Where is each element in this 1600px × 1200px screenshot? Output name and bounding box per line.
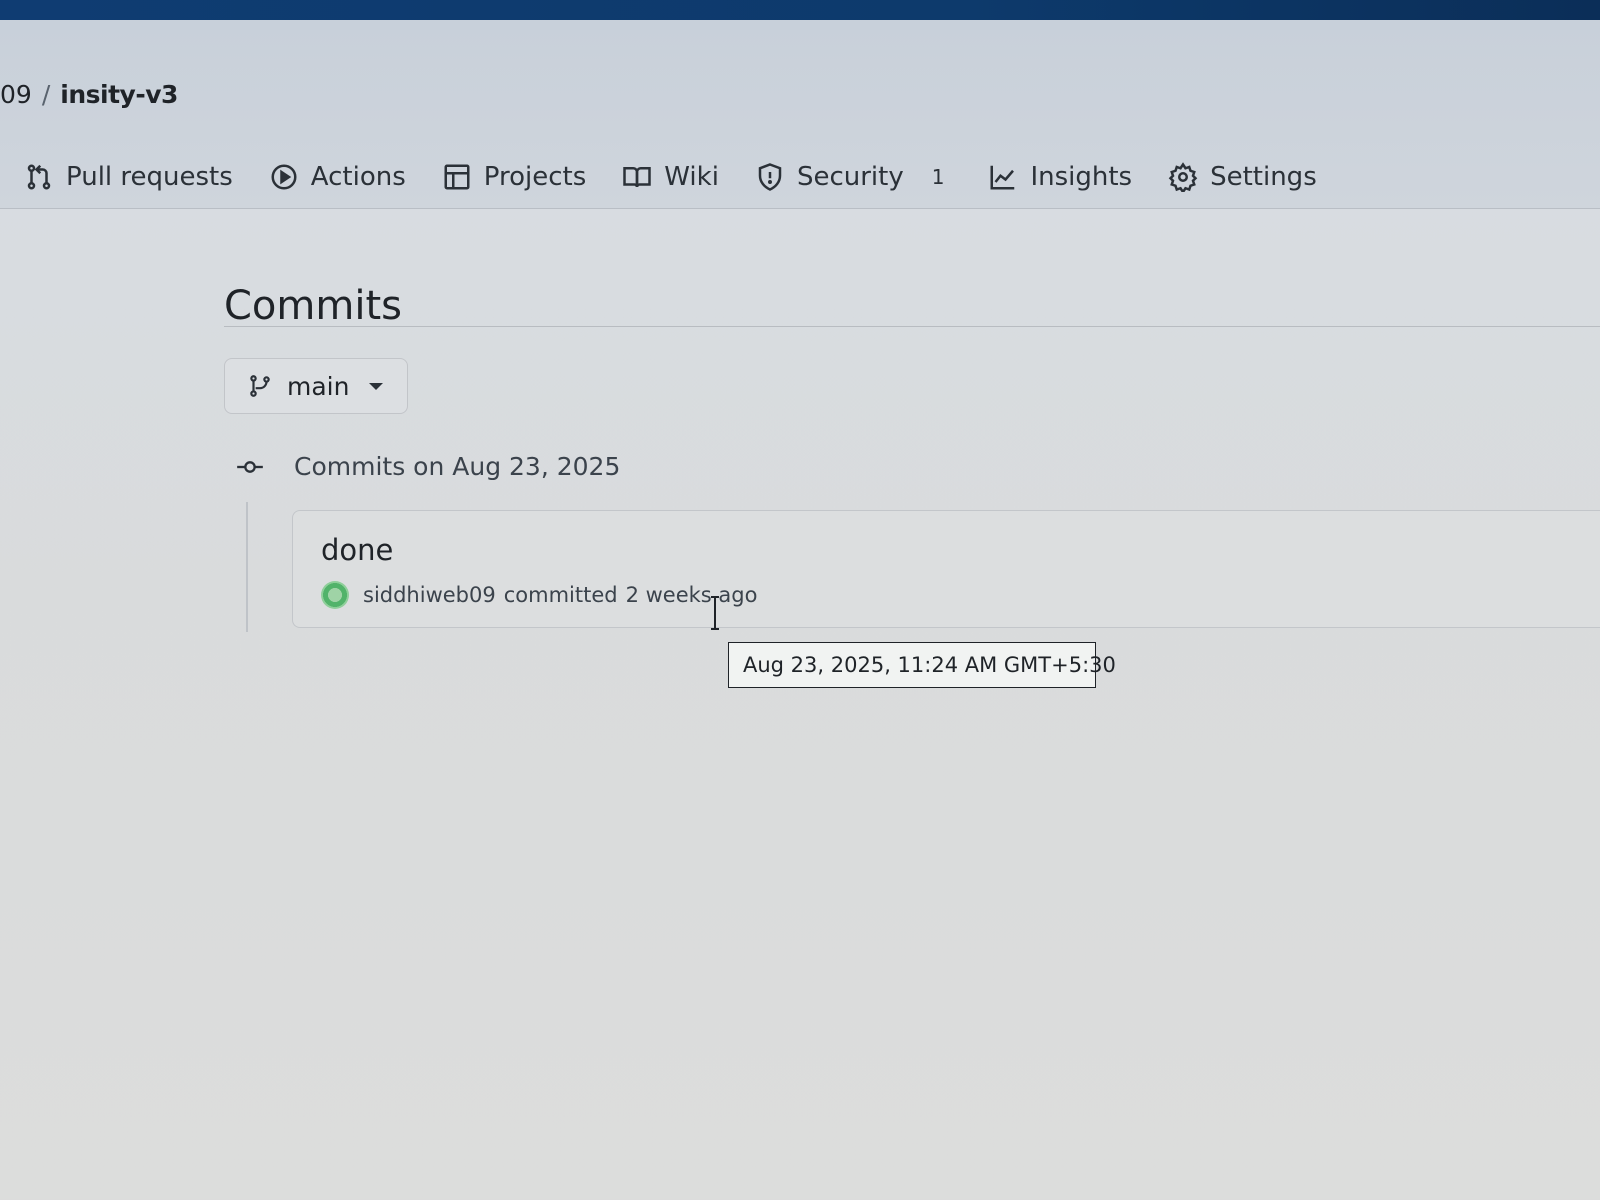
browser-top-strip — [0, 0, 1600, 20]
breadcrumb: 09 / insity-v3 — [0, 80, 178, 109]
git-pull-request-icon — [24, 162, 54, 192]
text-cursor-icon — [711, 596, 719, 630]
tab-label: Wiki — [664, 162, 719, 192]
tab-label: Pull requests — [66, 162, 233, 192]
title-divider — [224, 326, 1600, 327]
branch-name: main — [287, 371, 350, 401]
commit-relative-time[interactable]: 2 weeks ago — [626, 583, 758, 607]
repo-nav-tabs: Pull requests Actions Projects Wiki Secu… — [24, 162, 1353, 192]
table-icon — [442, 162, 472, 192]
tab-pull-requests[interactable]: Pull requests — [24, 162, 233, 192]
commit-meta: siddhiweb09 committed 2 weeks ago — [321, 581, 757, 609]
tab-label: Settings — [1210, 162, 1317, 192]
branch-selector-button[interactable]: main — [224, 358, 408, 414]
tab-security[interactable]: Security 1 — [755, 162, 953, 192]
tab-label: Actions — [310, 162, 406, 192]
commit-list-item: done siddhiweb09 committed 2 weeks ago — [292, 510, 1600, 628]
avatar[interactable] — [321, 581, 349, 609]
graph-icon — [988, 162, 1018, 192]
timestamp-tooltip: Aug 23, 2025, 11:24 AM GMT+5:30 — [728, 642, 1116, 688]
shield-icon — [755, 162, 785, 192]
tab-label: Insights — [1030, 162, 1133, 192]
breadcrumb-repo[interactable]: insity-v3 — [60, 80, 178, 109]
gear-icon — [1168, 162, 1198, 192]
repo-header: 09 / insity-v3 Pull requests Actions Proje… — [0, 20, 1600, 209]
breadcrumb-owner[interactable]: 09 — [0, 80, 32, 109]
security-counter-badge: 1 — [931, 165, 945, 189]
play-circle-icon — [269, 162, 299, 192]
chevron-down-icon — [369, 382, 384, 390]
tab-settings[interactable]: Settings — [1168, 162, 1317, 192]
tab-actions[interactable]: Actions — [269, 162, 406, 192]
commit-message-link[interactable]: done — [321, 533, 393, 567]
tab-projects[interactable]: Projects — [442, 162, 587, 192]
commit-author-link[interactable]: siddhiweb09 — [363, 583, 496, 607]
breadcrumb-separator: / — [41, 80, 51, 109]
commit-group-date: Commits on Aug 23, 2025 — [294, 452, 621, 481]
book-icon — [622, 162, 652, 192]
commit-action-text: committed — [503, 583, 618, 607]
git-commit-icon — [236, 453, 264, 481]
git-branch-icon — [247, 373, 273, 399]
page-title: Commits — [224, 282, 402, 329]
tab-label: Projects — [483, 162, 587, 192]
tab-label: Security — [796, 162, 904, 192]
commit-group-heading: Commits on Aug 23, 2025 — [236, 452, 620, 481]
timeline-line — [246, 502, 248, 632]
tab-wiki[interactable]: Wiki — [622, 162, 719, 192]
tab-insights[interactable]: Insights — [988, 162, 1132, 192]
